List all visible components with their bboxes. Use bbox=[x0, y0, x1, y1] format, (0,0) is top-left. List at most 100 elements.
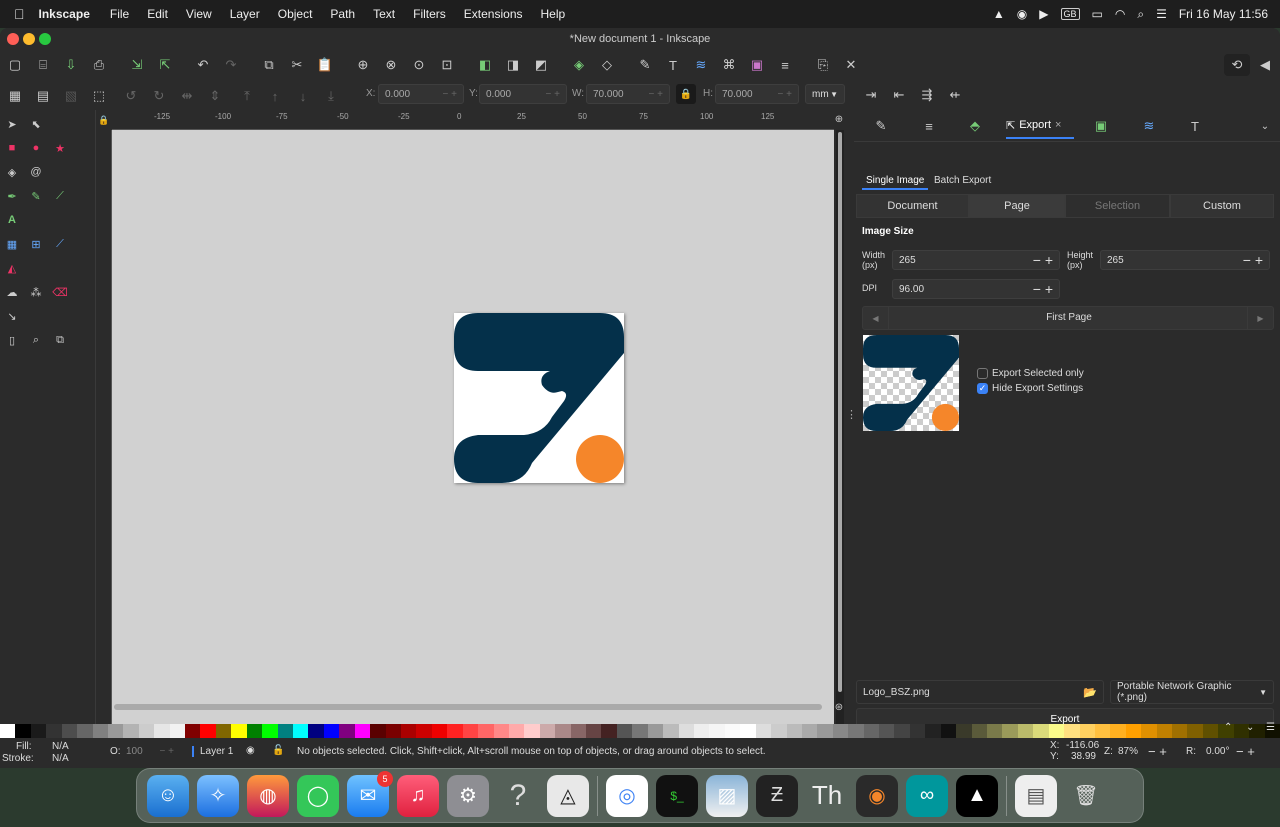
export-icon[interactable]: ⇱ bbox=[154, 54, 176, 76]
calligraphy-tool-icon[interactable]: ⟋ bbox=[49, 185, 71, 207]
tweak-tool-icon[interactable]: ☁ bbox=[1, 281, 23, 303]
palette-swatch[interactable] bbox=[92, 724, 108, 738]
palette-swatch[interactable] bbox=[200, 724, 216, 738]
palette-swatch[interactable] bbox=[30, 724, 47, 738]
palette-swatch[interactable] bbox=[323, 724, 340, 738]
palette-swatch[interactable] bbox=[663, 724, 679, 738]
filename-field[interactable]: Logo_BSZ.png 📂 bbox=[856, 680, 1104, 704]
3d-box-tool-icon[interactable]: ◈ bbox=[1, 161, 23, 183]
palette-swatch[interactable] bbox=[262, 724, 278, 738]
text-tool-icon[interactable]: A bbox=[1, 209, 23, 231]
export-selected-only-row[interactable]: Export Selected only bbox=[977, 368, 1084, 379]
next-page-icon[interactable]: ▶ bbox=[1247, 307, 1273, 329]
palette-swatch[interactable] bbox=[632, 724, 648, 738]
palette-swatch[interactable] bbox=[971, 724, 987, 738]
app-menu[interactable]: Inkscape bbox=[39, 7, 90, 21]
palette-swatch[interactable] bbox=[508, 724, 525, 738]
palette-swatch[interactable] bbox=[755, 724, 772, 738]
palette-swatch[interactable] bbox=[909, 724, 926, 738]
cut-icon[interactable]: ✂ bbox=[286, 54, 308, 76]
layer-lock-icon[interactable]: 🔓 bbox=[272, 745, 284, 756]
spray-tool-icon[interactable]: ⁂ bbox=[25, 281, 47, 303]
palette-swatch[interactable] bbox=[1125, 724, 1142, 738]
apple-icon[interactable]:  bbox=[14, 6, 25, 22]
mail-icon[interactable]: ✉ 5 bbox=[347, 770, 393, 817]
palette-swatch[interactable] bbox=[77, 724, 93, 738]
h-field[interactable]: 70.000− + bbox=[715, 84, 799, 104]
pen-tool-icon[interactable]: ✒ bbox=[1, 185, 23, 207]
lower-bottom-icon[interactable]: ⤓ bbox=[320, 85, 342, 107]
snap-icon[interactable]: ⟲ bbox=[1224, 54, 1250, 76]
format-select[interactable]: Portable Network Graphic (*.png) ▼ bbox=[1110, 680, 1274, 704]
palette-swatch[interactable] bbox=[246, 724, 263, 738]
area-custom-button[interactable]: Custom bbox=[1170, 194, 1274, 218]
zoom-value[interactable]: 87% bbox=[1118, 746, 1138, 757]
palette-swatch[interactable] bbox=[678, 724, 694, 738]
palette-swatch[interactable] bbox=[925, 724, 941, 738]
export-tab[interactable]: ⇱ Export × bbox=[1006, 113, 1074, 139]
color-manage-icon[interactable]: ⊛ bbox=[832, 700, 846, 714]
fill-value[interactable]: N/A bbox=[52, 741, 69, 752]
zoom-stepper[interactable]: − + bbox=[1148, 744, 1167, 759]
pencil-tool-icon[interactable]: ✎ bbox=[25, 185, 47, 207]
ellipse-tool-icon[interactable]: ● bbox=[25, 137, 47, 159]
palette-swatch[interactable] bbox=[987, 724, 1003, 738]
align-tab-icon[interactable]: ≡ bbox=[918, 115, 940, 137]
palette-swatch[interactable] bbox=[339, 724, 355, 738]
lock-ratio-icon[interactable]: 🔒 bbox=[676, 84, 696, 104]
palette-swatch[interactable] bbox=[1017, 724, 1034, 738]
palette-swatch[interactable] bbox=[185, 724, 201, 738]
text-font-icon[interactable]: T bbox=[662, 54, 684, 76]
dpi-stepper[interactable]: − + bbox=[1033, 281, 1053, 297]
xml-editor-icon[interactable]: ⌘ bbox=[718, 54, 740, 76]
palette-swatch[interactable] bbox=[400, 724, 417, 738]
select-all-layers-icon[interactable]: ▤ bbox=[32, 85, 54, 107]
palette-swatch[interactable] bbox=[123, 724, 139, 738]
palette-swatch[interactable] bbox=[1141, 724, 1157, 738]
rotate-value[interactable]: 0.00° bbox=[1206, 746, 1229, 757]
palette-swatch[interactable] bbox=[1033, 724, 1049, 738]
group-icon[interactable]: ◈ bbox=[568, 54, 590, 76]
palette-swatch[interactable] bbox=[46, 724, 62, 738]
undo-icon[interactable]: ↶ bbox=[192, 54, 214, 76]
menu-extensions[interactable]: Extensions bbox=[464, 7, 523, 21]
zoom-tool-icon[interactable]: ⌕ bbox=[25, 329, 47, 351]
palette-swatch[interactable] bbox=[308, 724, 324, 738]
select-same-icon[interactable]: ⬚ bbox=[88, 85, 110, 107]
palette-swatch[interactable] bbox=[524, 724, 540, 738]
palette-swatch[interactable] bbox=[0, 724, 16, 738]
palette-swatch[interactable] bbox=[431, 724, 448, 738]
cat-app-icon[interactable]: ◬ bbox=[547, 774, 589, 817]
palette-swatch[interactable] bbox=[447, 724, 463, 738]
palette-swatch[interactable] bbox=[817, 724, 833, 738]
layers-icon[interactable]: ≋ bbox=[690, 54, 712, 76]
height-stepper[interactable]: − + bbox=[1243, 252, 1263, 268]
save-icon[interactable]: ⇩ bbox=[60, 54, 82, 76]
close-tab-icon[interactable]: × bbox=[1055, 119, 1061, 131]
terminal-icon[interactable]: $_ bbox=[656, 774, 698, 817]
arduino-icon[interactable]: ∞ bbox=[906, 774, 948, 817]
layers-tab-icon[interactable]: ≋ bbox=[1138, 115, 1160, 137]
ungroup-icon[interactable]: ◇ bbox=[596, 54, 618, 76]
palette-menu-icon[interactable]: ☰ bbox=[1266, 722, 1275, 733]
palette-swatch[interactable] bbox=[740, 724, 756, 738]
menu-filters[interactable]: Filters bbox=[413, 7, 446, 21]
fill-stroke-icon[interactable]: ✎ bbox=[634, 54, 656, 76]
canvas[interactable] bbox=[112, 130, 834, 725]
redo-icon[interactable]: ↷ bbox=[220, 54, 242, 76]
rotate-stepper[interactable]: − + bbox=[1236, 744, 1255, 759]
close-window-button[interactable] bbox=[7, 33, 19, 45]
help-icon[interactable]: ? bbox=[497, 775, 539, 817]
menu-layer[interactable]: Layer bbox=[230, 7, 260, 21]
menu-file[interactable]: File bbox=[110, 7, 129, 21]
palette-swatch[interactable] bbox=[894, 724, 910, 738]
text-tab-icon[interactable]: T bbox=[1184, 115, 1206, 137]
palette-swatch[interactable] bbox=[616, 724, 633, 738]
chrome-icon[interactable]: ◎ bbox=[606, 774, 648, 817]
objects-icon[interactable]: ▣ bbox=[746, 54, 768, 76]
palette-swatch[interactable] bbox=[539, 724, 556, 738]
area-page-button[interactable]: Page bbox=[969, 194, 1065, 218]
area-document-button[interactable]: Document bbox=[856, 194, 969, 218]
symbols-tab-icon[interactable]: ⬘ bbox=[964, 115, 986, 137]
unlink-clone-icon[interactable]: ◩ bbox=[530, 54, 552, 76]
